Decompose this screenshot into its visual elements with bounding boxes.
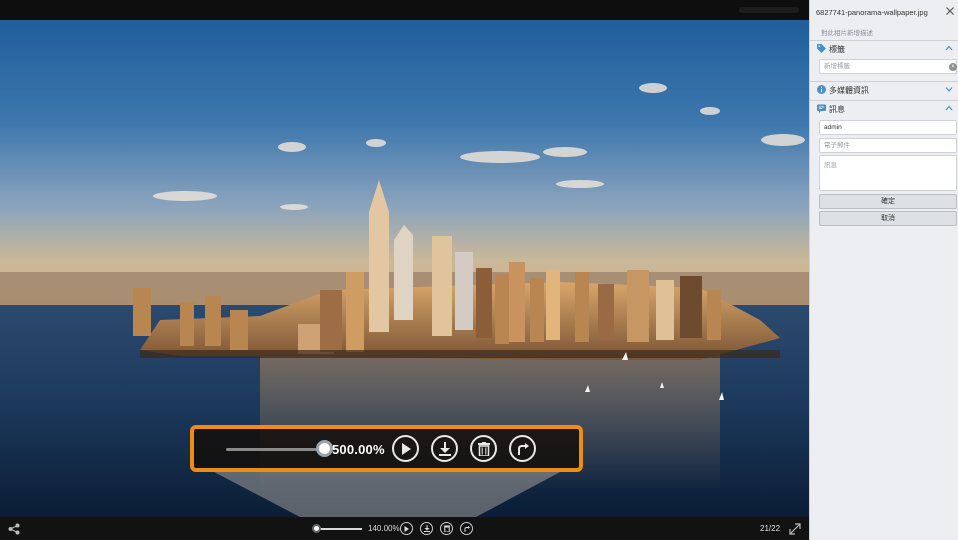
download-icon (423, 525, 430, 532)
zoom-slider-track[interactable] (226, 448, 322, 451)
tag-input[interactable] (819, 59, 957, 74)
download-button[interactable] (420, 522, 433, 535)
chevron-up-icon (945, 45, 953, 51)
share-icon (8, 523, 20, 535)
download-icon (438, 441, 451, 456)
zoom-slider-handle[interactable] (312, 524, 321, 533)
info-sidebar: 6827741-panorama-wallpaper.jpg 對此相片新增描述 … (809, 0, 958, 540)
share-button[interactable] (8, 522, 20, 540)
fullscreen-button[interactable] (789, 522, 801, 540)
play-button[interactable] (400, 522, 413, 535)
section-message-header[interactable]: 訊息 (810, 101, 958, 116)
clear-tag-icon[interactable]: × (949, 63, 957, 71)
name-field[interactable] (819, 120, 957, 135)
play-button[interactable] (392, 435, 419, 462)
close-icon[interactable] (945, 6, 955, 16)
image-viewer: 500.00% 140.00% 21/22 (0, 0, 809, 540)
zoom-slider-track[interactable] (316, 528, 362, 530)
download-button[interactable] (431, 435, 458, 462)
confirm-button[interactable]: 確定 (819, 194, 957, 209)
viewer-bottom-toolbar: 140.00% 21/22 (0, 517, 809, 540)
section-media-info-header[interactable]: 多媒體資訊 (810, 82, 958, 97)
delete-button[interactable] (470, 435, 497, 462)
zoom-value-label: 140.00% (368, 524, 400, 533)
file-name: 6827741-panorama-wallpaper.jpg (816, 8, 928, 17)
viewer-top-bar (0, 0, 809, 20)
app-window: 500.00% 140.00% 21/22 6827741-panorama-w… (0, 0, 958, 540)
trash-icon (443, 525, 450, 532)
info-icon (817, 85, 826, 94)
zoom-value-label: 500.00% (332, 442, 385, 457)
zoomed-toolbar-highlight: 500.00% (190, 425, 583, 472)
section-tags-label: 標籤 (829, 45, 845, 54)
share-forward-button[interactable] (460, 522, 473, 535)
email-field[interactable] (819, 138, 957, 153)
tag-icon (817, 44, 826, 53)
message-icon (817, 104, 826, 113)
expand-icon (789, 523, 801, 535)
cancel-button[interactable]: 取消 (819, 211, 957, 226)
zoom-slider-handle[interactable] (316, 440, 333, 457)
section-tags-header[interactable]: 標籤 (810, 41, 958, 56)
play-icon (401, 442, 411, 455)
trash-icon (477, 441, 490, 456)
share-arrow-icon (464, 525, 470, 532)
delete-button[interactable] (440, 522, 453, 535)
photo-counter: 21/22 (760, 524, 781, 533)
share-arrow-icon (517, 442, 529, 455)
section-media-info-label: 多媒體資訊 (829, 86, 869, 95)
chevron-down-icon (945, 87, 953, 92)
description-field[interactable]: 對此相片新增描述 (821, 27, 873, 37)
chevron-up-icon (945, 105, 953, 111)
section-message-label: 訊息 (829, 105, 845, 114)
share-forward-button[interactable] (509, 435, 536, 462)
message-field[interactable] (819, 155, 957, 191)
play-icon (404, 525, 409, 532)
